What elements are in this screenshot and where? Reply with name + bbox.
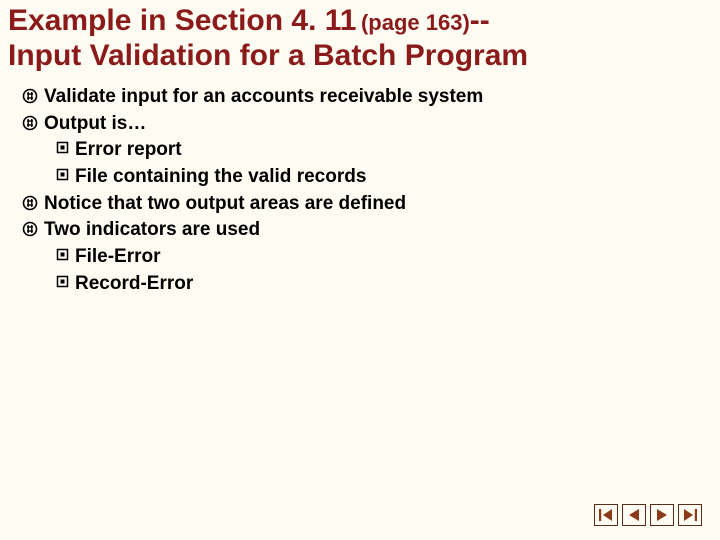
square-bullet-icon — [56, 248, 69, 266]
bullet-item: Notice that two output areas are defined — [22, 192, 720, 217]
pound-bullet-icon — [22, 195, 38, 216]
sub-bullet-text: Error report — [75, 138, 182, 163]
bullet-item: Two indicators are used — [22, 218, 720, 243]
pound-bullet-icon — [22, 115, 38, 136]
title-part1: Example in Section 4. 11 — [8, 4, 357, 37]
nav-controls — [594, 504, 702, 526]
square-bullet-icon — [56, 141, 69, 159]
sub-bullet-text: Record-Error — [75, 272, 193, 297]
sub-bullet-item: Record-Error — [56, 272, 720, 297]
sub-bullet-text: File containing the valid records — [75, 165, 366, 190]
nav-prev-button[interactable] — [622, 504, 646, 526]
prev-icon — [626, 508, 642, 522]
nav-next-button[interactable] — [650, 504, 674, 526]
square-bullet-icon — [56, 168, 69, 186]
slide-title: Example in Section 4. 11 (page 163)-- In… — [0, 0, 720, 83]
last-icon — [682, 508, 698, 522]
sub-bullet-item: Error report — [56, 138, 720, 163]
bullet-text: Output is… — [44, 112, 146, 137]
sub-bullet-text: File-Error — [75, 245, 161, 270]
bullet-item: Validate input for an accounts receivabl… — [22, 85, 720, 110]
slide-body: Validate input for an accounts receivabl… — [0, 83, 720, 297]
title-page-ref: (page 163) — [361, 10, 470, 35]
bullet-item: Output is… — [22, 112, 720, 137]
pound-bullet-icon — [22, 221, 38, 242]
sub-bullet-item: File containing the valid records — [56, 165, 720, 190]
bullet-text: Validate input for an accounts receivabl… — [44, 85, 483, 110]
nav-first-button[interactable] — [594, 504, 618, 526]
title-dashes: -- — [470, 4, 490, 37]
sub-bullet-item: File-Error — [56, 245, 720, 270]
nav-last-button[interactable] — [678, 504, 702, 526]
bullet-text: Notice that two output areas are defined — [44, 192, 406, 217]
square-bullet-icon — [56, 275, 69, 293]
pound-bullet-icon — [22, 88, 38, 109]
next-icon — [654, 508, 670, 522]
bullet-text: Two indicators are used — [44, 218, 260, 243]
first-icon — [598, 508, 614, 522]
title-part2: Input Validation for a Batch Program — [8, 39, 712, 74]
